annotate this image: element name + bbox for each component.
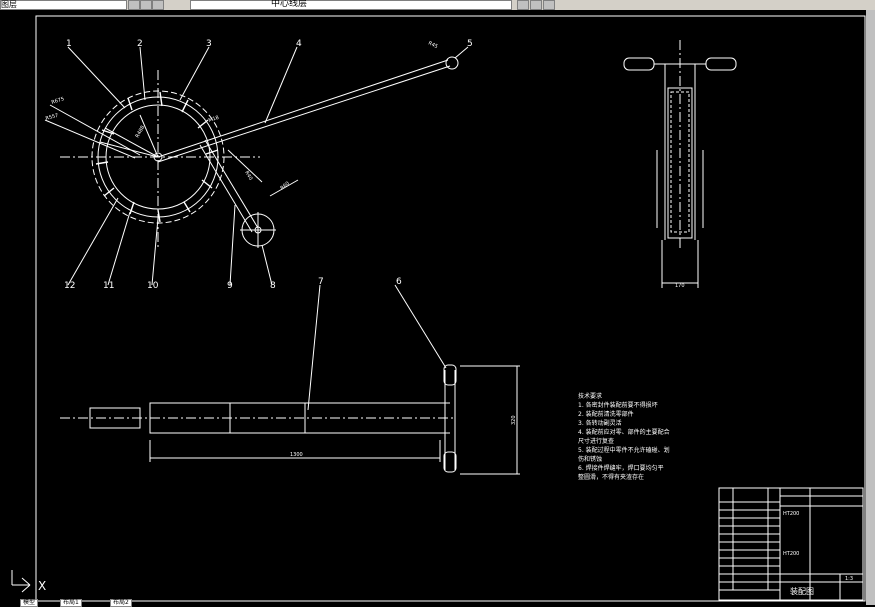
note-6: 6. 焊接件焊缝牢，焊口要均匀平 xyxy=(578,464,664,472)
leader-12: 12 xyxy=(64,281,75,291)
leader-2: 2 xyxy=(137,39,143,49)
technical-notes: 技术要求 1. 各密封件装配前要不得损坏 2. 装配前清洗零部件 3. 各转动副… xyxy=(578,392,670,481)
tab-layout2[interactable]: 布局2 xyxy=(110,599,132,607)
border-frame xyxy=(35,15,866,602)
title-drawing-name: 装配图 xyxy=(790,586,814,596)
layer-isolate-icon[interactable] xyxy=(530,0,542,10)
layer-tool-icon[interactable] xyxy=(517,0,529,10)
drawing-canvas[interactable]: 1 2 3 4 5 6 7 8 9 10 11 12 170 1300 320 … xyxy=(0,10,866,605)
dim-r488: R488 xyxy=(135,125,147,139)
note-5b: 伤和锈蚀 xyxy=(578,455,602,463)
leader-4: 4 xyxy=(296,39,302,49)
leader-8: 8 xyxy=(270,281,276,291)
layer-field-text: 图层 xyxy=(1,0,17,9)
note-4b: 尺寸进行复查 xyxy=(578,437,614,445)
dim-height: 320 xyxy=(511,415,517,425)
top-view xyxy=(60,284,520,475)
title-block xyxy=(718,487,864,601)
side-view xyxy=(623,40,737,288)
layout-tabs: 模型 布局1 布局2 xyxy=(0,599,200,607)
leader-1: 1 xyxy=(66,39,72,49)
dim-r557: R557 xyxy=(45,113,59,122)
layer-field[interactable]: 图层 xyxy=(0,0,127,10)
dim-side-width: 170 xyxy=(675,283,685,289)
dim-r40: R40 xyxy=(243,170,253,182)
wheel-view xyxy=(44,46,469,286)
toolbar: 图层 中心线层 xyxy=(0,0,875,10)
leader-10: 10 xyxy=(147,281,159,291)
dim-r675: R675 xyxy=(51,96,65,106)
tab-model[interactable]: 模型 xyxy=(20,599,39,607)
layer-dropdown-arrow-icon[interactable] xyxy=(543,0,555,10)
note-4: 4. 装配前应对零、部件的主要配合 xyxy=(578,428,670,436)
note-5: 5. 装配过程中零件不允许磕碰、划 xyxy=(578,446,670,454)
tab-layout1[interactable]: 布局1 xyxy=(60,599,82,607)
leader-6: 6 xyxy=(396,277,402,287)
leader-7: 7 xyxy=(318,277,324,287)
layer-control-dropdown[interactable]: 中心线层 xyxy=(190,0,512,10)
ucs-x-label: X xyxy=(38,579,46,593)
note-3: 3. 各转动副灵活 xyxy=(578,419,622,427)
leader-5: 5 xyxy=(467,39,473,49)
note-6b: 整圆滑，不得有夹渣存在 xyxy=(578,473,644,481)
notes-title: 技术要求 xyxy=(578,392,602,400)
dim-r45: R45 xyxy=(427,40,438,50)
leader-9: 9 xyxy=(227,281,233,291)
vertical-scrollbar[interactable] xyxy=(866,10,875,605)
layer-prev-icon[interactable] xyxy=(140,0,152,10)
note-1: 1. 各密封件装配前要不得损坏 xyxy=(578,401,658,409)
dim-length: 1300 xyxy=(290,452,303,458)
title-material-2: HT200 xyxy=(783,551,799,557)
layer-dropdown-icon[interactable] xyxy=(152,0,164,10)
dim-r60: R60 xyxy=(279,181,290,192)
layer-states-icon[interactable] xyxy=(128,0,140,10)
current-layer-name: 中心线层 xyxy=(271,0,308,9)
leader-3: 3 xyxy=(206,39,212,49)
title-scale: 1:3 xyxy=(845,576,853,582)
note-2: 2. 装配前清洗零部件 xyxy=(578,410,634,418)
ucs-icon xyxy=(11,570,31,593)
title-material-1: HT200 xyxy=(783,511,799,517)
leader-11: 11 xyxy=(103,281,114,291)
